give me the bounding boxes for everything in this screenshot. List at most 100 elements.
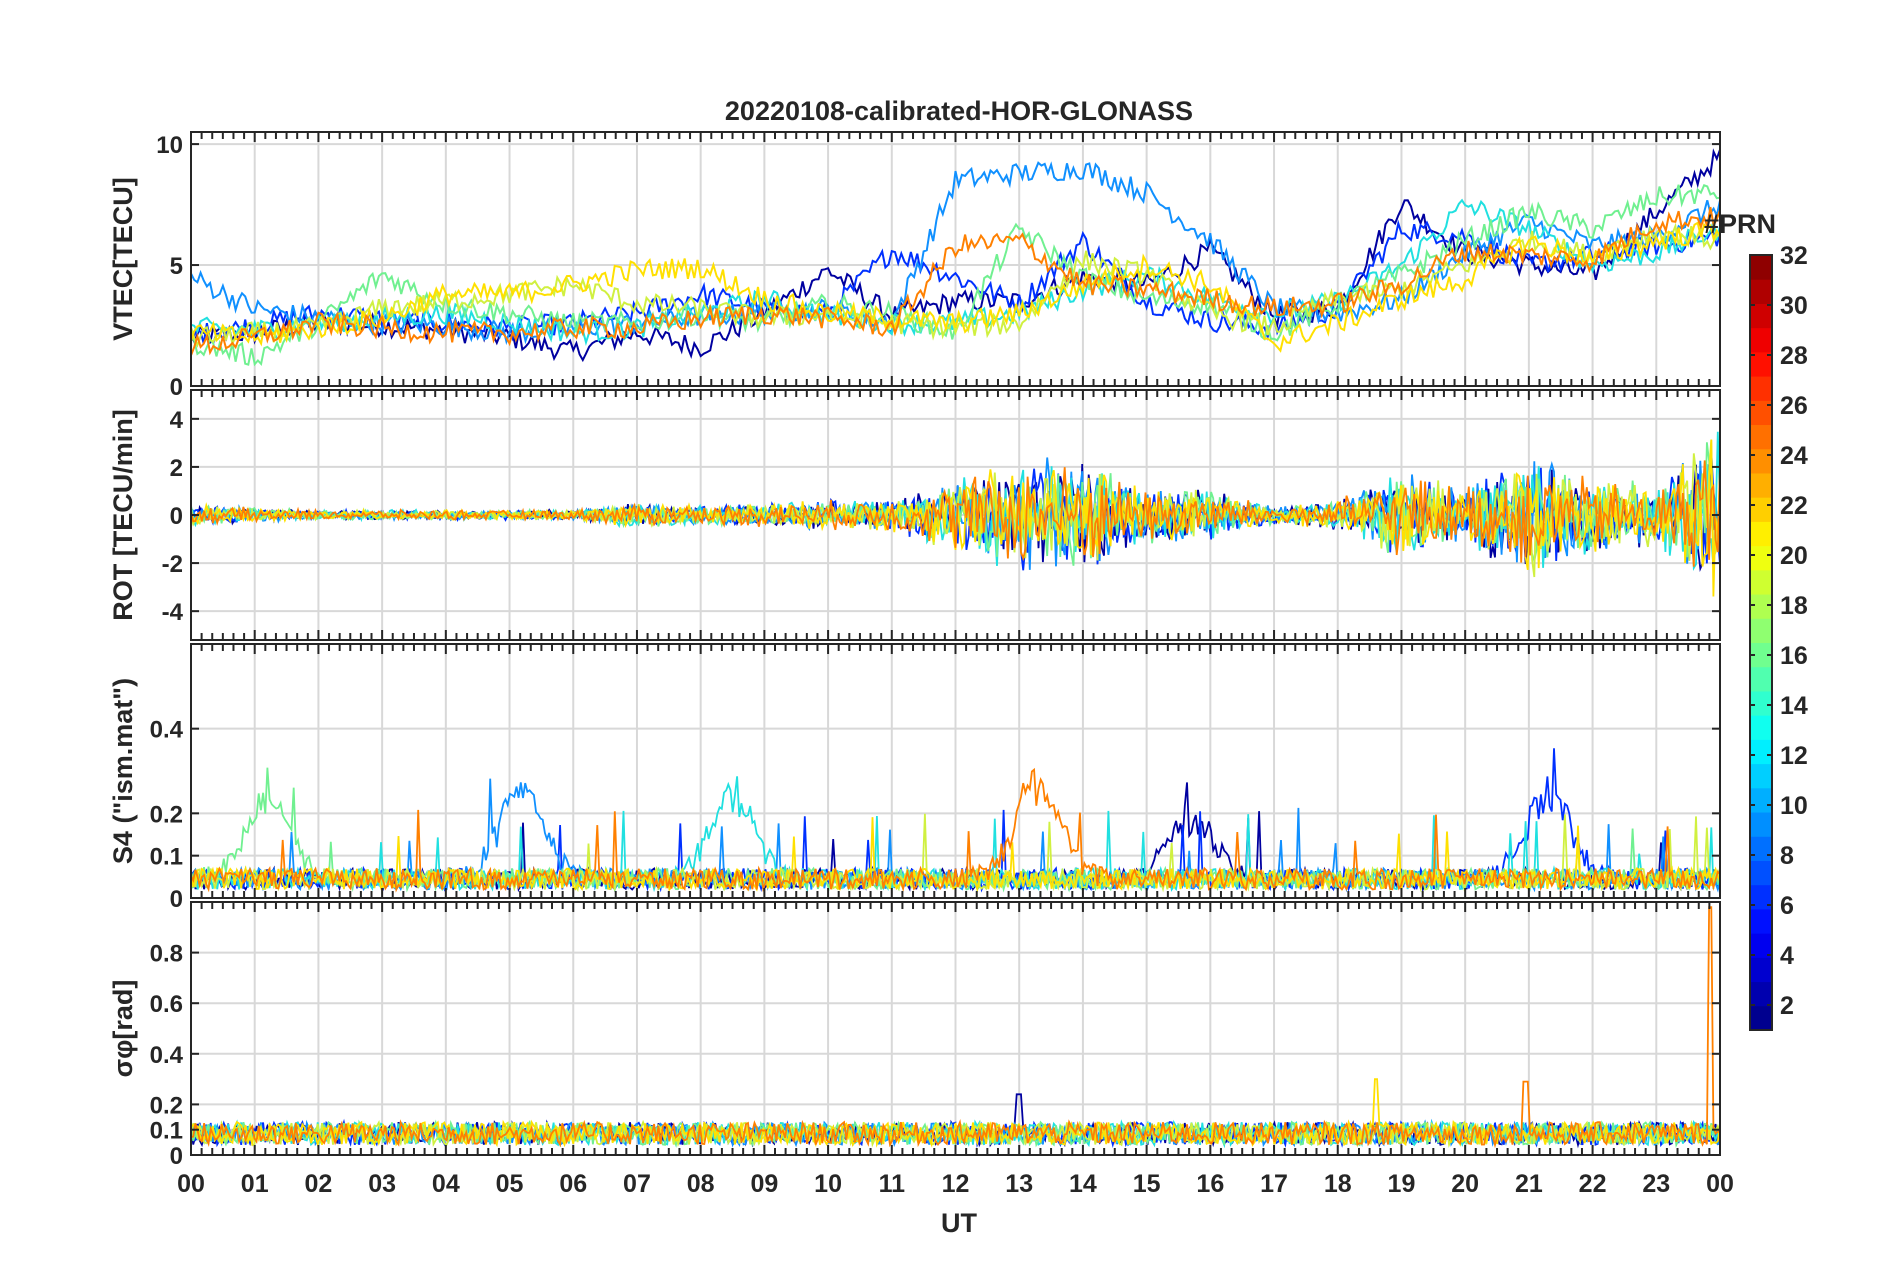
colorbar-tick-label: 26 <box>1780 392 1808 420</box>
y-tick-label: 10 <box>156 132 183 159</box>
x-tick-label: 03 <box>368 1170 396 1198</box>
y-tick-label: 2 <box>170 455 183 482</box>
colorbar-tick-label: 4 <box>1780 942 1794 970</box>
y-axis-label: ROT [TECU/min] <box>108 409 138 620</box>
colorbar-tick-label: 6 <box>1780 892 1794 920</box>
x-tick-label: 08 <box>687 1170 715 1198</box>
colorbar-tick-label: 2 <box>1780 992 1794 1020</box>
x-tick-label: 10 <box>814 1170 842 1198</box>
y-axis-label: S4 ("ism.mat") <box>108 678 138 864</box>
y-tick-label: 0.4 <box>150 1042 184 1069</box>
colorbar-segment <box>1750 812 1772 837</box>
chart-title: 20220108-calibrated-HOR-GLONASS <box>725 96 1193 126</box>
x-tick-label: 18 <box>1324 1170 1352 1198</box>
x-tick-label: 23 <box>1642 1170 1670 1198</box>
x-tick-label: 16 <box>1196 1170 1224 1198</box>
colorbar-segment <box>1750 569 1772 595</box>
colorbar-segment <box>1750 472 1772 498</box>
colorbar-tick-label: 18 <box>1780 592 1808 620</box>
y-tick-label: 0.2 <box>150 801 183 828</box>
x-tick-label: 17 <box>1260 1170 1288 1198</box>
colorbar-segment <box>1750 787 1772 813</box>
x-axis: 00 01 02 03 04 05 06 07 08 09 10 11 12 13 14 15 16 17 18 19… <box>177 1170 1734 1198</box>
colorbar-segment <box>1750 376 1772 401</box>
y-tick-label: 0.1 <box>150 844 183 871</box>
colorbar-segment <box>1750 836 1772 861</box>
colorbar-segment <box>1750 666 1772 692</box>
y-tick-label: 0 <box>170 503 183 530</box>
y-axis-label: VTEC[TECU] <box>108 177 138 341</box>
colorbar-segment <box>1750 424 1772 450</box>
colorbar-segment <box>1750 908 1772 934</box>
colorbar-tick-label: 24 <box>1780 442 1808 470</box>
x-tick-label: 07 <box>623 1170 651 1198</box>
colorbar-segment <box>1750 521 1772 547</box>
colorbar-tick-label: 10 <box>1780 792 1808 820</box>
colorbar-segment <box>1750 1005 1772 1031</box>
colorbar-segment <box>1750 739 1772 765</box>
y-tick-label: 0 <box>170 374 183 401</box>
colorbar-segment <box>1750 981 1772 1007</box>
colorbar-segment <box>1750 957 1772 983</box>
panel-2: -4 -2 0 2 4 ROT [TECU/min] <box>108 389 1721 641</box>
colorbar-tick-label: 16 <box>1780 642 1808 670</box>
colorbar-segment <box>1750 545 1772 571</box>
x-tick-label: 00 <box>177 1170 205 1198</box>
colorbar-tick-label: 32 <box>1780 242 1808 270</box>
x-tick-label: 09 <box>750 1170 778 1198</box>
x-tick-label: 15 <box>1133 1170 1161 1198</box>
colorbar: 2468101214161820222426283032 <box>1749 242 1808 1031</box>
y-tick-label: -4 <box>162 599 184 626</box>
colorbar-tick-label: 30 <box>1780 292 1808 320</box>
x-tick-label: 13 <box>1005 1170 1033 1198</box>
x-axis-label: UT <box>941 1208 977 1238</box>
x-tick-label: 14 <box>1069 1170 1097 1198</box>
y-tick-label: 0.8 <box>150 941 183 968</box>
x-tick-label: 19 <box>1388 1170 1416 1198</box>
colorbar-segment <box>1750 279 1772 304</box>
colorbar-tick-label: 28 <box>1780 342 1808 370</box>
y-tick-label: 5 <box>170 253 183 280</box>
colorbar-segment <box>1750 594 1772 619</box>
y-axis-label: σφ[rad] <box>108 980 138 1078</box>
y-tick-label: 0.2 <box>150 1092 183 1119</box>
colorbar-segment <box>1750 618 1772 643</box>
colorbar-tick-label: 22 <box>1780 492 1808 520</box>
y-tick-label: 4 <box>170 407 184 434</box>
x-tick-label: 01 <box>241 1170 269 1198</box>
x-tick-label: 20 <box>1451 1170 1479 1198</box>
colorbar-segment <box>1750 448 1772 474</box>
colorbar-tick-label: 20 <box>1780 542 1808 570</box>
colorbar-segment <box>1750 715 1772 740</box>
y-tick-label: 0 <box>170 886 183 913</box>
y-tick-label: 0.1 <box>150 1118 183 1145</box>
x-tick-label: 12 <box>942 1170 970 1198</box>
colorbar-segment <box>1750 860 1772 886</box>
y-tick-label: 0.4 <box>150 717 184 744</box>
colorbar-segment <box>1750 763 1772 789</box>
panel-1: 0 5 10 VTEC[TECU] <box>108 131 1721 401</box>
x-tick-label: 04 <box>432 1170 460 1198</box>
colorbar-segment <box>1750 327 1772 353</box>
x-tick-label: 00 <box>1706 1170 1734 1198</box>
x-tick-label: 11 <box>879 1170 906 1198</box>
colorbar-segment <box>1750 497 1772 522</box>
colorbar-tick-label: 8 <box>1780 842 1794 870</box>
colorbar-label: #PRN <box>1704 209 1776 239</box>
x-tick-label: 21 <box>1515 1170 1543 1198</box>
colorbar-segment <box>1750 303 1772 329</box>
panel-4: 00.10.2 0.4 0.6 0.8 σφ[rad] <box>108 901 1721 1170</box>
panel-3: 0 0.1 0.2 0.4 S4 ("ism.mat") <box>108 643 1721 913</box>
x-tick-label: 02 <box>305 1170 333 1198</box>
panels: 0510VTEC[TECU]-4-2024ROT [TECU/min]00.10… <box>108 131 1721 1170</box>
x-tick-label: 05 <box>496 1170 524 1198</box>
colorbar-segment <box>1750 690 1772 716</box>
colorbar-segment <box>1750 255 1772 280</box>
figure-canvas: 0510VTEC[TECU]-4-2024ROT [TECU/min]00.10… <box>108 96 1808 1238</box>
colorbar-tick-label: 14 <box>1780 692 1808 720</box>
colorbar-tick-label: 12 <box>1780 742 1808 770</box>
y-tick-label: 0.6 <box>150 991 183 1018</box>
x-tick-label: 22 <box>1579 1170 1607 1198</box>
y-tick-label: -2 <box>162 551 183 578</box>
y-tick-label: 0 <box>170 1143 183 1170</box>
